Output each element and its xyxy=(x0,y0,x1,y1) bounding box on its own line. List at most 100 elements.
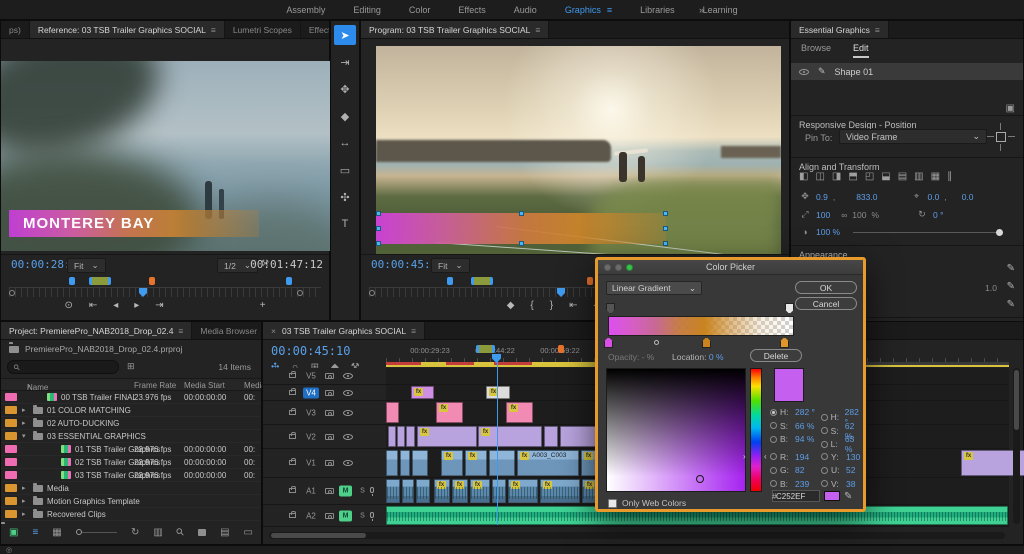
fx-badge[interactable]: fx xyxy=(585,481,594,489)
align-left-icon[interactable]: ◧ xyxy=(799,171,808,182)
clip-marker-bar[interactable] xyxy=(471,277,493,285)
fx-badge[interactable]: fx xyxy=(481,428,490,436)
gradient-type-select[interactable]: Linear Gradient⌄ xyxy=(606,281,702,295)
project-column-headers[interactable]: Name ˄ Frame Rate Media Start Media xyxy=(1,378,261,391)
panel-menu-icon[interactable]: ≡ xyxy=(178,326,183,336)
timeline-horizontal-scrollbar[interactable] xyxy=(269,532,1005,539)
project-row-00-tsb-trailer-final[interactable]: 00 TSB Trailer FINAL23.976 fps00:00:00:0… xyxy=(1,391,261,404)
expander-icon[interactable]: ▸ xyxy=(22,497,26,505)
color-stop[interactable] xyxy=(702,337,711,348)
fx-badge[interactable]: fx xyxy=(414,388,423,396)
program-zoom-select[interactable]: Fit⌄ xyxy=(431,258,470,273)
value-field[interactable]: 239 xyxy=(795,479,809,489)
search-input[interactable]: ⚲ xyxy=(7,360,119,374)
delete-icon[interactable]: ▭ xyxy=(244,527,253,538)
fx-badge[interactable]: fx xyxy=(420,428,429,436)
type-tool[interactable]: T xyxy=(334,214,356,234)
fx-badge[interactable]: fx xyxy=(509,404,518,412)
track-header-v1[interactable]: V1 xyxy=(263,449,386,478)
scale-value[interactable]: 100 xyxy=(816,210,830,220)
fx-badge[interactable]: fx xyxy=(584,452,593,460)
gradient-bar[interactable] xyxy=(608,316,794,336)
timeline-clip[interactable] xyxy=(402,479,414,503)
workspace-tab-audio[interactable]: Audio xyxy=(500,2,551,18)
track-name-a2[interactable]: A2 xyxy=(303,510,319,521)
sync-lock-icon[interactable] xyxy=(325,513,334,519)
midpoint-handle[interactable] xyxy=(653,339,660,346)
timeline-clip[interactable]: fx xyxy=(508,479,538,503)
panel-menu-icon[interactable]: ≡ xyxy=(211,25,216,35)
panel-tab-ps[interactable]: ps) xyxy=(1,21,30,38)
color-field-cursor[interactable] xyxy=(696,475,704,483)
only-web-colors-checkbox[interactable] xyxy=(608,499,617,508)
project-row-01-tsb-trailer-graphics[interactable]: 01 TSB Trailer Graphics23.976 fps00:00:0… xyxy=(1,443,261,456)
workspace-tab-graphics[interactable]: Graphics≡ xyxy=(551,2,626,18)
shape-handle[interactable] xyxy=(376,211,381,216)
project-row-02-tsb-trailer-graphics[interactable]: 02 TSB Trailer Graphics23.976 fps00:00:0… xyxy=(1,456,261,469)
new-bin-icon[interactable] xyxy=(198,529,206,536)
marker[interactable] xyxy=(69,277,75,285)
program-playhead[interactable] xyxy=(557,288,565,297)
anchor-x[interactable]: 0.0 xyxy=(927,192,939,202)
timeline-clip[interactable] xyxy=(386,479,400,503)
gradient-shape-overlay[interactable] xyxy=(376,213,666,244)
shape-handle[interactable] xyxy=(663,211,668,216)
label-color-chip[interactable] xyxy=(5,510,17,518)
opacity-stop[interactable] xyxy=(785,303,794,314)
timeline-clip[interactable]: fx xyxy=(411,386,434,399)
eye-icon[interactable] xyxy=(343,390,353,396)
timeline-timecode[interactable]: 00:00:45:10 xyxy=(271,344,350,358)
timeline-clip[interactable] xyxy=(406,426,415,447)
workspace-overflow-icon[interactable]: » xyxy=(699,5,704,15)
reference-video-frame[interactable]: MONTEREY BAY xyxy=(1,61,331,251)
hue-strip[interactable] xyxy=(750,368,762,492)
list-view-icon[interactable]: ≡ xyxy=(32,527,38,538)
marker[interactable] xyxy=(149,277,155,285)
timeline-clip[interactable]: fx xyxy=(452,479,468,503)
mark-out-icon[interactable]: } xyxy=(550,300,553,311)
timeline-clip[interactable] xyxy=(386,402,399,423)
step-back-icon[interactable]: ◂ xyxy=(113,300,118,311)
align-bottom-icon[interactable]: ⬓ xyxy=(881,171,890,182)
lock-icon[interactable] xyxy=(289,488,296,493)
clip-marker-bar[interactable] xyxy=(89,277,111,285)
project-writable-icon[interactable]: ▣ xyxy=(9,527,18,538)
solo-button[interactable]: S xyxy=(356,486,369,497)
fill-eyedropper-icon[interactable]: ✎ xyxy=(1007,263,1015,274)
timeline-clip[interactable]: fx xyxy=(417,426,477,447)
color-stop-selected[interactable] xyxy=(604,337,613,348)
go-to-in-icon[interactable]: ⇤ xyxy=(569,300,577,311)
value-field[interactable]: 52 xyxy=(846,465,855,475)
track-header-a2[interactable]: A2MS xyxy=(263,505,386,527)
workspace-tab-color[interactable]: Color xyxy=(395,2,445,18)
panel-tab-reference-03-tsb-trailer-graphics-social[interactable]: Reference: 03 TSB Trailer Graphics SOCIA… xyxy=(30,21,225,38)
timeline-clip[interactable]: fx xyxy=(506,402,533,423)
radio-button[interactable] xyxy=(821,467,828,474)
window-minimize-icon[interactable] xyxy=(615,264,622,271)
timeline-clip[interactable]: fxA003_C003 xyxy=(517,450,579,476)
stroke-eyedropper-icon[interactable]: ✎ xyxy=(1007,281,1015,292)
opacity-slider[interactable] xyxy=(853,232,1003,233)
project-breadcrumb[interactable]: PremierePro_NAB2018_Drop_02.4.prproj xyxy=(9,344,182,354)
program-tab[interactable]: Program: 03 TSB Trailer Graphics SOCIAL≡ xyxy=(361,21,549,38)
align-middle-icon[interactable]: ◰ xyxy=(865,171,874,182)
radio-button[interactable] xyxy=(821,427,828,434)
track-name-v5[interactable]: V5 xyxy=(303,371,319,382)
mute-button[interactable]: M xyxy=(339,486,352,497)
timeline-clip[interactable]: fx xyxy=(465,450,487,476)
radio-button[interactable] xyxy=(770,436,777,443)
edit-pen-icon[interactable]: ✎ xyxy=(818,66,826,77)
eye-icon[interactable] xyxy=(799,69,809,75)
filter-icon[interactable]: ⊞ xyxy=(127,361,135,372)
tab-edit[interactable]: Edit xyxy=(853,43,869,58)
eyedropper-icon[interactable]: ✎ xyxy=(844,491,852,502)
timeline-clip[interactable]: fx xyxy=(434,479,450,503)
shape-handle[interactable] xyxy=(376,226,381,231)
track-select-forward-tool[interactable]: ⇥ xyxy=(334,52,356,72)
value-field[interactable]: 194 xyxy=(795,452,809,462)
workspace-tab-libraries[interactable]: Libraries xyxy=(626,2,689,18)
lock-icon[interactable] xyxy=(289,390,296,395)
fx-badge[interactable]: fx xyxy=(543,481,552,489)
pin-to-select[interactable]: Video Frame⌄ xyxy=(839,129,987,144)
value-field[interactable]: 130 xyxy=(846,452,860,462)
